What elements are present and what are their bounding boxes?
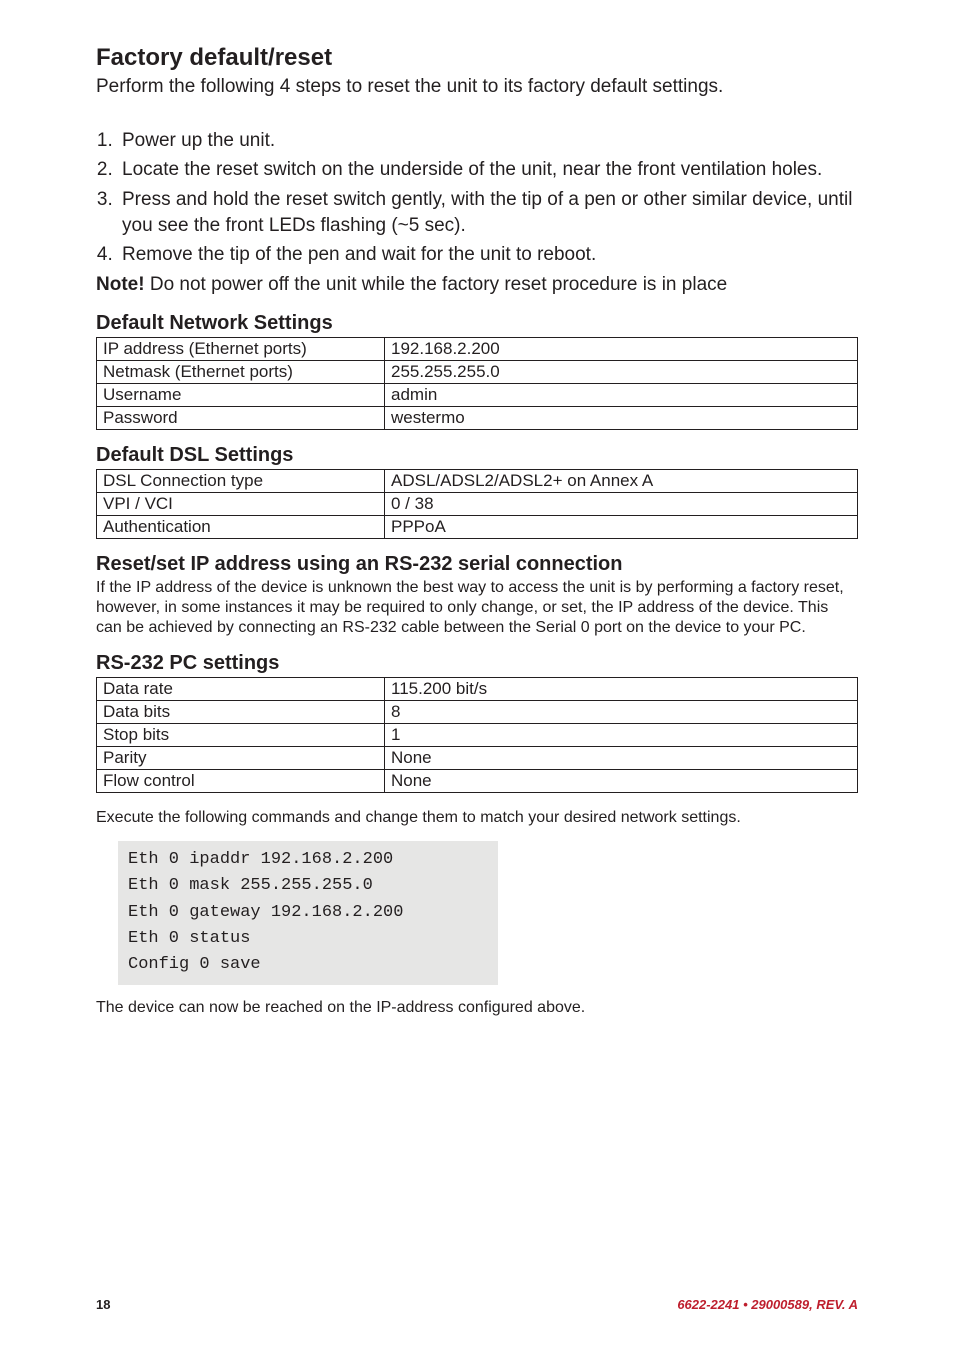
cell-label: VPI / VCI (97, 492, 385, 515)
default-network-heading: Default Network Settings (96, 312, 858, 335)
cell-label: IP address (Ethernet ports) (97, 337, 385, 360)
default-dsl-heading: Default DSL Settings (96, 444, 858, 467)
cell-label: Data bits (97, 700, 385, 723)
table-row: Stop bits 1 (97, 723, 858, 746)
table-row: IP address (Ethernet ports) 192.168.2.20… (97, 337, 858, 360)
cell-value: 255.255.255.0 (385, 360, 858, 383)
cell-value: 115.200 bit/s (385, 677, 858, 700)
table-row: Parity None (97, 746, 858, 769)
table-row: Username admin (97, 383, 858, 406)
cell-label: DSL Connection type (97, 469, 385, 492)
table-row: VPI / VCI 0 / 38 (97, 492, 858, 515)
cell-label: Flow control (97, 769, 385, 792)
note-label: Note! (96, 274, 145, 295)
reset-ip-body: If the IP address of the device is unkno… (96, 578, 858, 638)
page-number: 18 (96, 1297, 110, 1312)
default-dsl-table: DSL Connection type ADSL/ADSL2/ADSL2+ on… (96, 469, 858, 539)
cell-value: 0 / 38 (385, 492, 858, 515)
cell-label: Authentication (97, 515, 385, 538)
step-item: Power up the unit. (118, 128, 858, 154)
code-block: Eth 0 ipaddr 192.168.2.200 Eth 0 mask 25… (118, 841, 498, 985)
cell-value: westermo (385, 406, 858, 429)
execute-text: Execute the following commands and chang… (96, 809, 858, 827)
cell-label: Username (97, 383, 385, 406)
rs232-heading: RS-232 PC settings (96, 652, 858, 675)
step-item: Press and hold the reset switch gently, … (118, 187, 858, 238)
after-text: The device can now be reached on the IP-… (96, 999, 858, 1017)
rs232-table: Data rate 115.200 bit/s Data bits 8 Stop… (96, 677, 858, 793)
table-row: Data bits 8 (97, 700, 858, 723)
table-row: DSL Connection type ADSL/ADSL2/ADSL2+ on… (97, 469, 858, 492)
cell-value: 1 (385, 723, 858, 746)
step-item: Locate the reset switch on the underside… (118, 157, 858, 183)
cell-value: ADSL/ADSL2/ADSL2+ on Annex A (385, 469, 858, 492)
cell-label: Netmask (Ethernet ports) (97, 360, 385, 383)
default-network-table: IP address (Ethernet ports) 192.168.2.20… (96, 337, 858, 430)
cell-label: Parity (97, 746, 385, 769)
note-line: Note! Do not power off the unit while th… (96, 274, 858, 296)
step-item: Remove the tip of the pen and wait for t… (118, 242, 858, 268)
cell-value: None (385, 746, 858, 769)
cell-value: admin (385, 383, 858, 406)
intro-text: Perform the following 4 steps to reset t… (96, 74, 858, 100)
table-row: Flow control None (97, 769, 858, 792)
doc-reference: 6622-2241 • 29000589, REV. A (677, 1297, 858, 1312)
table-row: Authentication PPPoA (97, 515, 858, 538)
cell-value: PPPoA (385, 515, 858, 538)
page-footer: 18 6622-2241 • 29000589, REV. A (96, 1297, 858, 1312)
note-text: Do not power off the unit while the fact… (145, 274, 728, 295)
cell-label: Data rate (97, 677, 385, 700)
cell-value: 8 (385, 700, 858, 723)
steps-list: Power up the unit. Locate the reset swit… (96, 128, 858, 268)
table-row: Netmask (Ethernet ports) 255.255.255.0 (97, 360, 858, 383)
reset-ip-heading: Reset/set IP address using an RS-232 ser… (96, 553, 858, 576)
cell-label: Password (97, 406, 385, 429)
cell-value: 192.168.2.200 (385, 337, 858, 360)
cell-label: Stop bits (97, 723, 385, 746)
section-title: Factory default/reset (96, 44, 858, 72)
table-row: Data rate 115.200 bit/s (97, 677, 858, 700)
cell-value: None (385, 769, 858, 792)
table-row: Password westermo (97, 406, 858, 429)
